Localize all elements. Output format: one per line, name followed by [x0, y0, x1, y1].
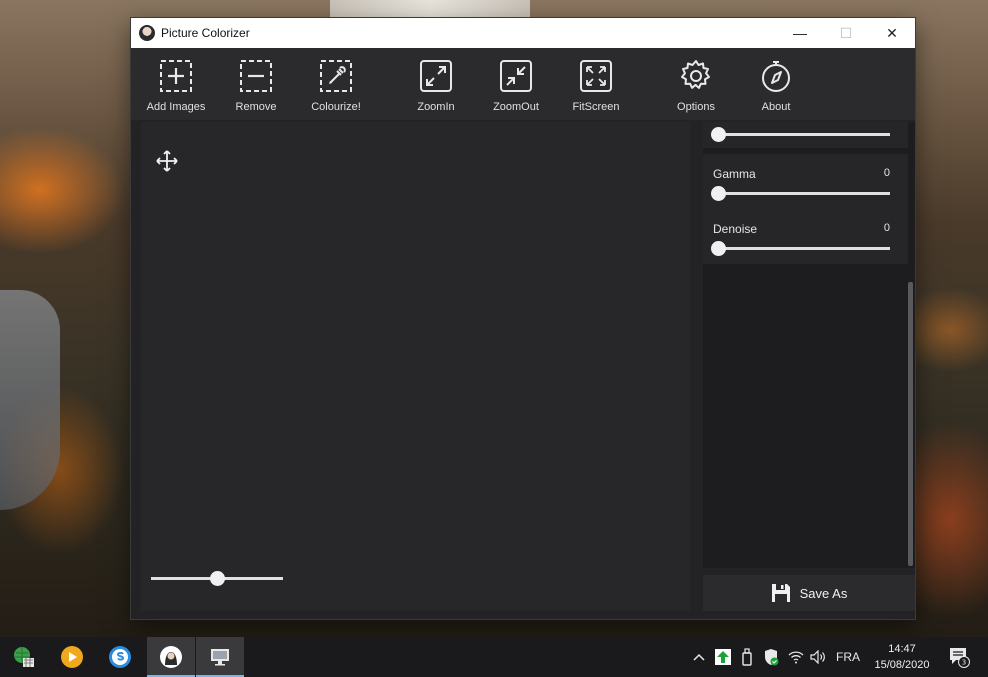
- settings-panel: Gamma 0 Denoise 0: [703, 122, 915, 568]
- chevron-up-icon: [693, 653, 705, 661]
- zoom-in-button[interactable]: ZoomIn: [400, 48, 472, 120]
- shield-icon: [765, 649, 779, 666]
- denoise-value: 0: [883, 222, 890, 234]
- window-title: Picture Colorizer: [161, 26, 250, 40]
- app-icon: [139, 25, 155, 41]
- about-label: About: [761, 101, 791, 113]
- green-upload-icon: [715, 649, 731, 665]
- gear-icon: [681, 60, 710, 89]
- zoom-out-label: ZoomOut: [493, 101, 539, 113]
- denoise-slider[interactable]: [711, 239, 890, 259]
- denoise-slider-thumb[interactable]: [711, 241, 726, 256]
- save-as-label: Save As: [799, 585, 848, 601]
- options-label: Options: [677, 101, 715, 113]
- action-center-button[interactable]: 3: [944, 637, 974, 677]
- media-player-icon: [61, 646, 83, 668]
- sync-app-icon: [109, 646, 131, 668]
- notification-icon: 3: [950, 648, 970, 668]
- panel-scrollbar[interactable]: [908, 282, 913, 566]
- wifi-icon: [788, 651, 804, 664]
- wallpaper-river: [0, 290, 60, 510]
- minimize-button[interactable]: —: [777, 18, 823, 48]
- expand-icon: [420, 60, 452, 92]
- notification-count: 3: [962, 659, 966, 667]
- gamma-slider[interactable]: [711, 184, 890, 204]
- zoom-slider[interactable]: [151, 568, 283, 588]
- picture-colorizer-icon: [160, 646, 182, 668]
- clock-time: 14:47: [888, 643, 916, 655]
- about-button[interactable]: About: [740, 48, 812, 120]
- clock-date: 15/08/2020: [874, 659, 930, 671]
- tray-update-icon-button[interactable]: [713, 637, 733, 677]
- taskbar-app-display[interactable]: [196, 637, 244, 677]
- options-button[interactable]: Options: [660, 48, 732, 120]
- top-slider[interactable]: [711, 125, 890, 145]
- colourize-button[interactable]: Colourize!: [300, 48, 372, 120]
- add-icon: [160, 60, 192, 92]
- eyedropper-icon: [320, 60, 352, 92]
- app-window: Picture Colorizer — ☐ ✕ Add Images Remov…: [131, 18, 915, 619]
- zoom-in-label: ZoomIn: [417, 101, 455, 113]
- gamma-value: 0: [883, 167, 890, 179]
- gamma-slider-thumb[interactable]: [711, 186, 726, 201]
- close-button[interactable]: ✕: [869, 18, 915, 48]
- remove-button[interactable]: Remove: [220, 48, 292, 120]
- tray-wifi-button[interactable]: [786, 637, 806, 677]
- tray-security-button[interactable]: [760, 637, 782, 677]
- remove-icon: [240, 60, 272, 92]
- toolbar: Add Images Remove Colourize! ZoomIn Zoom…: [131, 48, 915, 120]
- gamma-label: Gamma: [713, 167, 756, 181]
- add-images-button[interactable]: Add Images: [140, 48, 212, 120]
- zoom-slider-thumb[interactable]: [209, 571, 225, 586]
- language-indicator[interactable]: FRA: [832, 637, 864, 677]
- floppy-disk-icon: [771, 584, 790, 602]
- window-controls: — ☐ ✕: [777, 18, 915, 48]
- fit-screen-icon: [580, 60, 612, 92]
- fit-screen-label: FitScreen: [572, 101, 620, 113]
- zoom-out-button[interactable]: ZoomOut: [480, 48, 552, 120]
- taskbar-clock[interactable]: 14:47 15/08/2020: [866, 641, 938, 673]
- taskbar: FRA 14:47 15/08/2020 3: [0, 637, 988, 677]
- denoise-slider-track: [713, 247, 890, 250]
- taskbar-app-sync[interactable]: [96, 637, 144, 677]
- fit-screen-button[interactable]: FitScreen: [560, 48, 632, 120]
- taskbar-app-picture-colorizer[interactable]: [147, 637, 195, 677]
- title-bar: Picture Colorizer — ☐ ✕: [131, 18, 915, 48]
- settings-section-adjust: Gamma 0 Denoise 0: [703, 154, 908, 264]
- show-hidden-icons-button[interactable]: [690, 637, 708, 677]
- settings-section-top: [703, 122, 908, 148]
- gamma-slider-track: [713, 192, 890, 195]
- monitor-icon: [211, 649, 229, 666]
- usb-drive-icon: [742, 648, 752, 666]
- top-slider-thumb[interactable]: [711, 127, 726, 142]
- tray-usb-button[interactable]: [737, 637, 757, 677]
- compass-icon: [762, 61, 790, 92]
- denoise-label: Denoise: [713, 222, 758, 236]
- collapse-icon: [500, 60, 532, 92]
- tray-volume-button[interactable]: [808, 637, 828, 677]
- image-canvas[interactable]: [141, 122, 690, 611]
- add-images-label: Add Images: [146, 101, 206, 113]
- taskbar-app-media-player[interactable]: [48, 637, 96, 677]
- top-slider-track: [713, 133, 890, 136]
- maximize-button[interactable]: ☐: [823, 18, 869, 48]
- remove-label: Remove: [235, 101, 277, 113]
- speaker-icon: [810, 650, 825, 664]
- wallpaper-sky: [330, 0, 530, 18]
- move-icon[interactable]: [155, 149, 179, 173]
- save-as-button[interactable]: Save As: [703, 575, 915, 611]
- colourize-label: Colourize!: [311, 101, 361, 113]
- globe-icon: [14, 647, 34, 667]
- taskbar-app-globe[interactable]: [0, 637, 48, 677]
